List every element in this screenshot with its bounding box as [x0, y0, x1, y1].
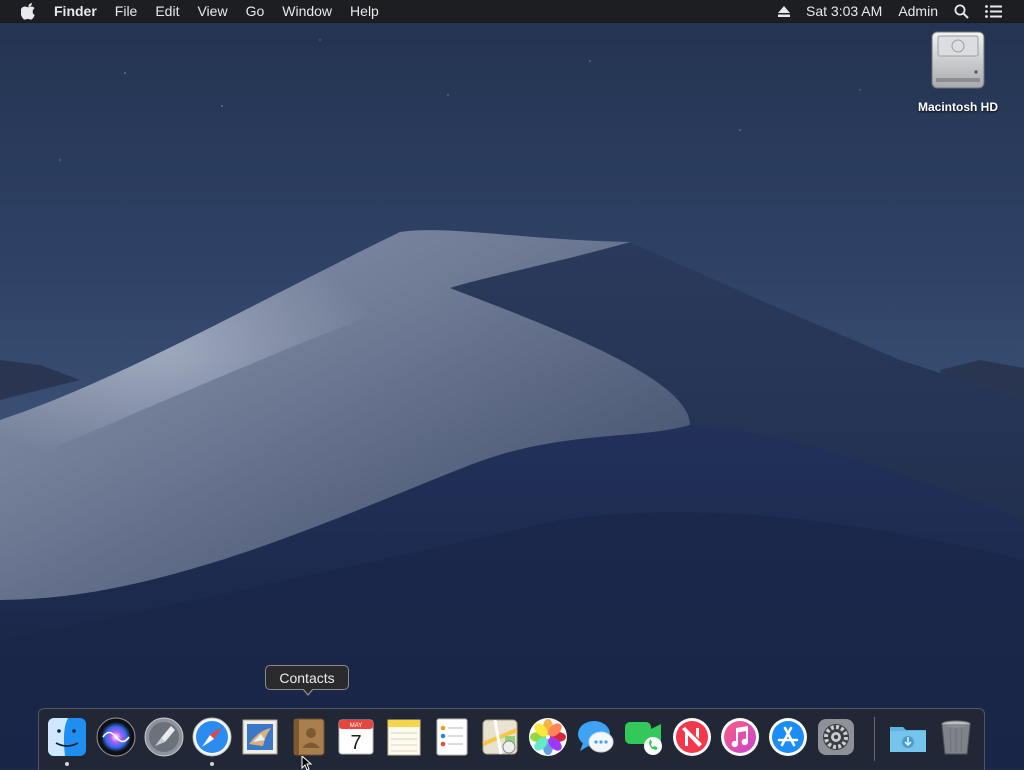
photos-icon: [529, 718, 567, 756]
dock-app-safari[interactable]: [191, 716, 233, 758]
dock-app-news[interactable]: [671, 716, 713, 758]
desktop-wallpaper: [0, 0, 1024, 768]
menu-help[interactable]: Help: [341, 0, 388, 22]
dock-trash[interactable]: [935, 716, 977, 758]
spotlight-search-icon[interactable]: [946, 0, 977, 22]
dock-app-reminders[interactable]: [431, 716, 473, 758]
running-indicator: [210, 762, 214, 766]
running-indicator: [65, 762, 69, 766]
dock: MAY 7: [38, 708, 985, 770]
dock-app-facetime[interactable]: [623, 716, 665, 758]
notes-icon: [387, 719, 421, 756]
calendar-day-text: 7: [350, 732, 361, 754]
calendar-icon: MAY 7: [338, 719, 374, 755]
dock-stack-downloads[interactable]: [887, 716, 929, 758]
dock-app-messages[interactable]: [575, 716, 617, 758]
menu-app-finder[interactable]: Finder: [54, 0, 106, 22]
dock-tooltip: Contacts: [265, 665, 349, 696]
menubar-user[interactable]: Admin: [890, 0, 946, 22]
messages-icon: [578, 721, 614, 753]
trash-icon: [941, 720, 971, 755]
dock-app-finder[interactable]: [46, 716, 88, 758]
menu-go[interactable]: Go: [237, 0, 274, 22]
dock-app-calendar[interactable]: MAY 7: [335, 716, 377, 758]
menu-file[interactable]: File: [106, 0, 147, 22]
dock-app-mail[interactable]: [239, 716, 281, 758]
dock-app-siri[interactable]: [95, 716, 137, 758]
dock-app-system-preferences[interactable]: [815, 716, 857, 758]
eject-icon[interactable]: [770, 0, 798, 22]
dock-app-launchpad[interactable]: [143, 716, 185, 758]
itunes-icon: [721, 718, 759, 756]
dock-app-contacts[interactable]: [287, 716, 329, 758]
menu-view[interactable]: View: [188, 0, 236, 22]
hard-drive-icon: [928, 28, 988, 92]
dock-app-maps[interactable]: [479, 716, 521, 758]
menu-edit[interactable]: Edit: [146, 0, 188, 22]
finder-icon: [48, 718, 86, 756]
downloads-folder-icon: [890, 727, 926, 752]
desktop-icon-label: Macintosh HD: [917, 100, 998, 114]
app-store-icon: [769, 718, 807, 756]
mail-icon: [242, 719, 278, 755]
dock-separator: [874, 717, 875, 761]
apple-logo-icon[interactable]: [18, 0, 38, 22]
facetime-icon: [625, 722, 662, 755]
maps-icon: [482, 719, 518, 755]
siri-icon: [96, 717, 136, 757]
desktop-icon-macintosh-hd[interactable]: Macintosh HD: [906, 28, 1010, 114]
dock-app-itunes[interactable]: [719, 716, 761, 758]
dock-app-photos[interactable]: [527, 716, 569, 758]
reminders-icon: [436, 718, 468, 756]
news-icon: [673, 718, 711, 756]
launchpad-icon: [144, 717, 184, 757]
dock-app-app-store[interactable]: [767, 716, 809, 758]
menubar-clock[interactable]: Sat 3:03 AM: [798, 0, 890, 22]
notification-center-icon[interactable]: [977, 0, 1010, 22]
system-preferences-icon: [818, 719, 854, 755]
menu-bar: Finder File Edit View Go Window Help Sat…: [0, 0, 1024, 22]
menu-window[interactable]: Window: [273, 0, 341, 22]
contacts-icon: [293, 718, 325, 756]
safari-icon: [192, 717, 232, 757]
calendar-month-text: MAY: [350, 723, 363, 729]
dock-app-notes[interactable]: [383, 716, 425, 758]
